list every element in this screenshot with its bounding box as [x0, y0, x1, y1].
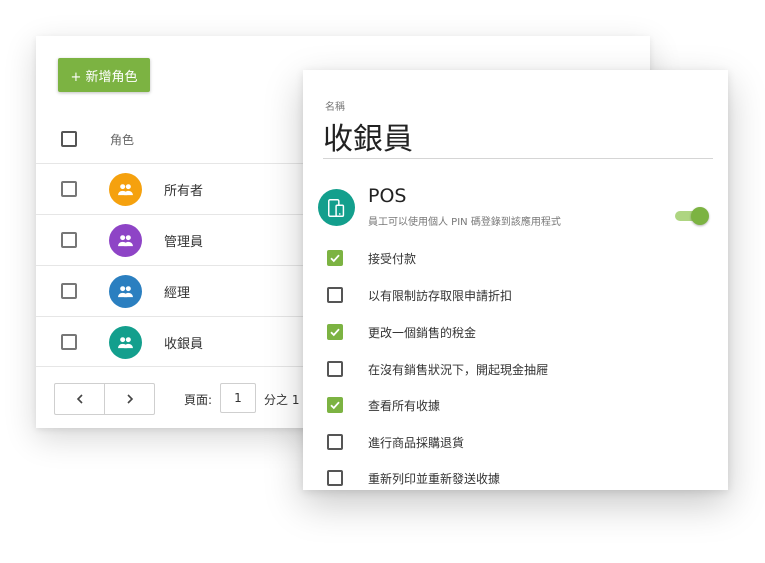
previous-page-button[interactable]	[55, 384, 104, 414]
row-checkbox[interactable]	[61, 232, 77, 248]
row-checkbox[interactable]	[61, 181, 77, 197]
pos-section-description: 員工可以使用個人 PIN 碼登錄到該應用程式	[368, 217, 561, 228]
permission-item[interactable]: 查看所有收據	[327, 394, 440, 416]
role-name: 收銀員	[164, 336, 204, 352]
permission-label: 進行商品採購退貨	[368, 435, 465, 450]
permission-checkbox[interactable]	[327, 361, 343, 377]
role-name: 經理	[164, 285, 191, 301]
permission-label: 更改一個銷售的稅金	[368, 325, 477, 340]
permission-item[interactable]: 以有限制訪存取限申請折扣	[327, 284, 512, 306]
name-field-label: 名稱	[325, 102, 345, 113]
column-header-role: 角色	[110, 132, 135, 147]
pager-buttons	[54, 383, 155, 415]
permission-label: 重新列印並重新發送收據	[368, 471, 501, 486]
permission-item[interactable]: 在沒有銷售狀況下，開起現金抽屜	[327, 358, 548, 380]
role-name: 管理員	[164, 234, 204, 250]
users-icon	[118, 183, 133, 195]
role-avatar	[109, 172, 142, 206]
pos-devices-icon	[327, 198, 344, 217]
permission-item[interactable]: 重新列印並重新發送收據	[327, 467, 500, 489]
role-avatar	[109, 223, 142, 257]
permission-label: 以有限制訪存取限申請折扣	[368, 288, 513, 303]
role-avatar	[109, 325, 142, 359]
permission-label: 在沒有銷售狀況下，開起現金抽屜	[368, 362, 549, 377]
permission-label: 接受付款	[368, 251, 417, 266]
page-number-input[interactable]: 1	[220, 383, 256, 413]
role-name: 所有者	[164, 183, 204, 199]
permission-item[interactable]: 更改一個銷售的稅金	[327, 321, 476, 343]
select-all-checkbox[interactable]	[61, 131, 77, 147]
users-icon	[118, 285, 133, 297]
pos-access-toggle[interactable]	[673, 207, 709, 225]
pos-section-icon	[318, 189, 355, 226]
permission-item[interactable]: 接受付款	[327, 247, 416, 269]
row-checkbox[interactable]	[61, 334, 77, 350]
users-icon	[118, 336, 133, 348]
name-field-underline	[323, 158, 713, 159]
permission-label: 查看所有收據	[368, 398, 441, 413]
role-avatar	[109, 274, 142, 308]
permission-checkbox[interactable]	[327, 324, 343, 340]
page-total-label: 分之 1	[264, 393, 300, 407]
add-role-button[interactable]: + 新增角色	[58, 58, 150, 92]
checkmark-icon	[330, 401, 340, 410]
chevron-right-icon	[126, 394, 133, 404]
toggle-knob	[691, 207, 709, 225]
permission-checkbox[interactable]	[327, 434, 343, 450]
users-icon	[118, 234, 133, 246]
row-checkbox[interactable]	[61, 283, 77, 299]
permission-checkbox[interactable]	[327, 250, 343, 266]
chevron-left-icon	[76, 394, 83, 404]
permission-checkbox[interactable]	[327, 397, 343, 413]
role-detail-panel: 名稱 收銀員 POS 員工可以使用個人 PIN 碼登錄到該應用程式 接受付款 以…	[303, 70, 728, 490]
next-page-button[interactable]	[104, 384, 154, 414]
permission-checkbox[interactable]	[327, 287, 343, 303]
permission-item[interactable]: 進行商品採購退貨	[327, 431, 464, 453]
pos-section-title: POS	[368, 185, 407, 207]
checkmark-icon	[330, 328, 340, 337]
page-label: 頁面:	[184, 393, 213, 407]
checkmark-icon	[330, 254, 340, 263]
role-name-field[interactable]: 收銀員	[323, 114, 413, 158]
permission-checkbox[interactable]	[327, 470, 343, 486]
